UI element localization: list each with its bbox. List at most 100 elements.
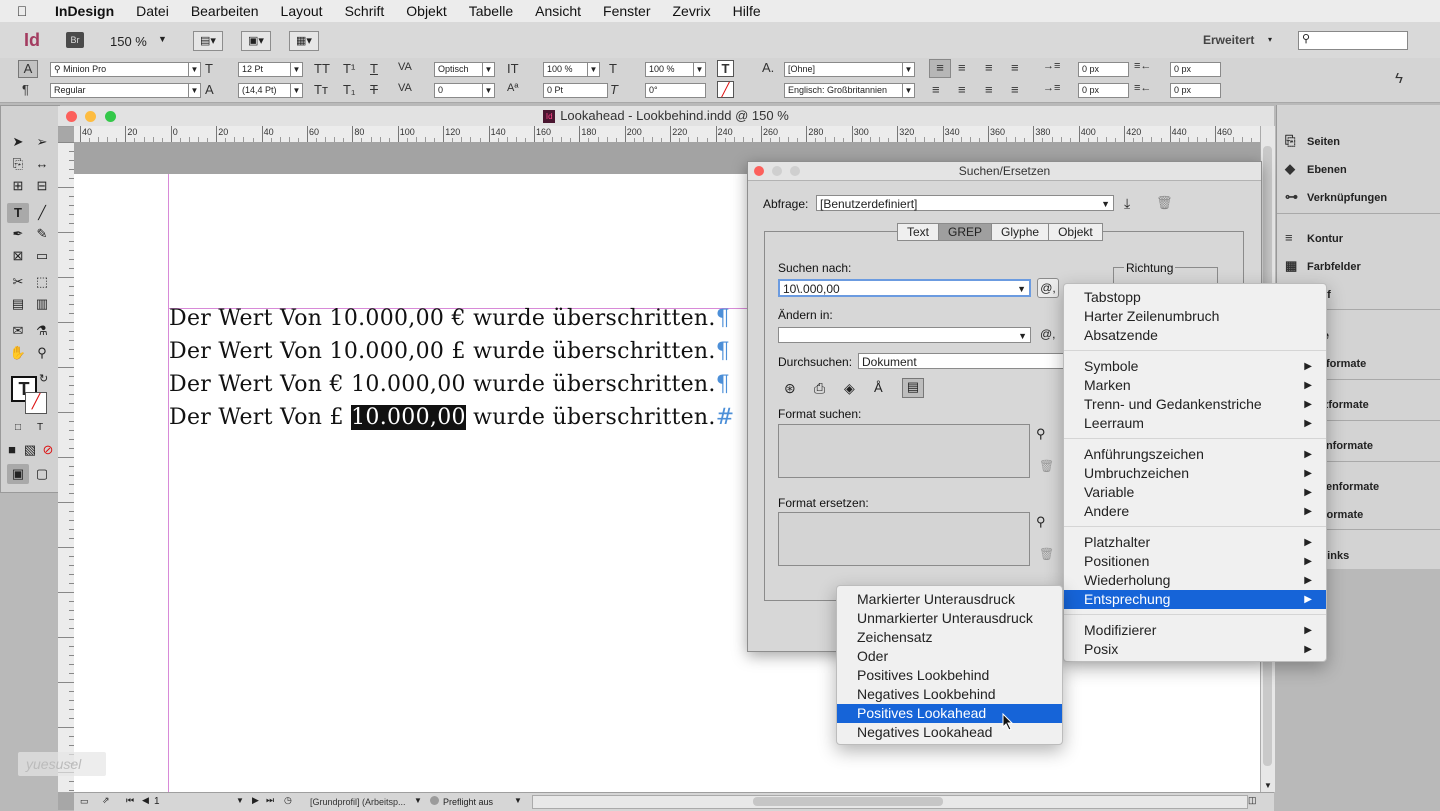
formatting-text-icon[interactable]: T	[29, 418, 51, 438]
tab-objekt[interactable]: Objekt	[1049, 224, 1102, 240]
submenu-item-positives-lookahead[interactable]: Positives Lookahead	[837, 704, 1062, 723]
change-history-dropdown-icon[interactable]: ▼	[1018, 328, 1027, 344]
scope-select[interactable]: Dokument	[858, 353, 1068, 369]
menu-item-positionen[interactable]: Positionen ▶	[1064, 552, 1326, 571]
menu-item-harter-zeilenumbruch[interactable]: Harter Zeilenumbruch	[1064, 307, 1326, 326]
left-indent-field[interactable]: 0 px	[1078, 62, 1129, 77]
menu-hilfe[interactable]: Hilfe	[722, 3, 772, 19]
scissors-tool-icon[interactable]: ✂	[7, 272, 29, 292]
change-special-characters-button[interactable]: @,	[1040, 327, 1056, 341]
preflight-dropdown-icon[interactable]: ▼	[514, 796, 522, 805]
submenu-item-markierter-unterausdruck[interactable]: Markierter Unterausdruck	[837, 590, 1062, 609]
text-line-2[interactable]: Der Wert Von 10.000,00 £ wurde überschri…	[169, 339, 730, 364]
delete-query-icon[interactable]: 🗑	[1156, 195, 1173, 211]
query-dropdown-icon[interactable]: ▼	[1101, 196, 1110, 212]
tracking-dropdown-icon[interactable]: ▼	[482, 84, 494, 97]
swap-fill-stroke-icon[interactable]: ↻	[39, 372, 48, 385]
menu-item-anführungszeichen[interactable]: Anführungszeichen ▶	[1064, 445, 1326, 464]
selected-match[interactable]: 10.000,00	[351, 405, 466, 430]
preflight-profile[interactable]: [Grundprofil] (Arbeitsp...	[310, 797, 406, 807]
align-center-icon[interactable]: ≡	[958, 60, 966, 75]
find-format-box[interactable]	[778, 424, 1030, 478]
submenu-item-unmarkierter-unterausdruck[interactable]: Unmarkierter Unterausdruck	[837, 609, 1062, 628]
content-placer-icon[interactable]: ⊟	[31, 176, 53, 196]
vertical-ruler[interactable]	[58, 142, 75, 792]
first-page-icon[interactable]: ⏮	[126, 795, 134, 806]
gradient-feather-tool-icon[interactable]: ▥	[31, 294, 53, 314]
font-size-field[interactable]: 12 Pt ▼	[238, 62, 303, 77]
menu-item-leerraum[interactable]: Leerraum ▶	[1064, 414, 1326, 433]
vscale-dropdown-icon[interactable]: ▼	[587, 63, 599, 76]
apply-none-icon[interactable]: ⊘	[37, 440, 59, 460]
last-page-icon[interactable]: ⏭	[266, 795, 274, 806]
font-dropdown-icon[interactable]: ▼	[188, 63, 200, 76]
menu-zevrix[interactable]: Zevrix	[662, 3, 722, 19]
specify-find-format-icon[interactable]: ⚲	[1036, 426, 1046, 442]
pen-tool-icon[interactable]: ✒	[7, 224, 29, 244]
text-line-3[interactable]: Der Wert Von € 10.000,00 wurde überschri…	[169, 372, 730, 397]
leading-field[interactable]: (14,4 Pt) ▼	[238, 83, 303, 98]
type-tool-icon[interactable]: T	[7, 203, 29, 223]
arrange-documents-icon[interactable]: ▦▾	[289, 31, 319, 51]
submenu-item-negatives-lookahead[interactable]: Negatives Lookahead	[837, 723, 1062, 742]
strikethrough-icon[interactable]: T	[370, 82, 378, 97]
menu-item-absatzende[interactable]: Absatzende	[1064, 326, 1326, 345]
menu-ansicht[interactable]: Ansicht	[524, 3, 592, 19]
gap-tool-icon[interactable]: ↔	[31, 154, 53, 174]
page-number[interactable]: 1	[154, 796, 160, 807]
change-format-box[interactable]	[778, 512, 1030, 566]
justify-right-icon[interactable]: ≡	[985, 82, 993, 97]
submenu-item-oder[interactable]: Oder	[837, 647, 1062, 666]
workspace-dropdown-icon[interactable]: ▾	[1268, 35, 1272, 44]
quick-apply-icon[interactable]: ϟ	[1395, 70, 1403, 87]
workspace-switcher[interactable]: Erweitert	[1203, 33, 1254, 47]
menu-tabelle[interactable]: Tabelle	[458, 3, 524, 19]
menu-fenster[interactable]: Fenster	[592, 3, 661, 19]
panel-farbfelder[interactable]: ▦ Farbfelder	[1285, 258, 1361, 274]
zoom-dropdown-icon[interactable]: ▼	[158, 34, 167, 44]
kerning-dropdown-icon[interactable]: ▼	[482, 63, 494, 76]
line-tool-icon[interactable]: ╱	[31, 203, 53, 223]
submenu-item-zeichensatz[interactable]: Zeichensatz	[837, 628, 1062, 647]
align-justify-icon[interactable]: ≡	[1011, 60, 1019, 75]
menu-item-symbole[interactable]: Symbole ▶	[1064, 357, 1326, 376]
vertical-scale-field[interactable]: 100 % ▼	[543, 62, 600, 77]
page-dropdown-icon[interactable]: ▼	[236, 796, 244, 805]
dialog-close-button[interactable]	[754, 166, 764, 176]
menu-item-modifizierer[interactable]: Modifizierer ▶	[1064, 621, 1326, 640]
eyedropper-tool-icon[interactable]: ⚗	[31, 321, 53, 341]
style-dropdown-icon[interactable]: ▼	[188, 84, 200, 97]
pencil-tool-icon[interactable]: ✎	[31, 224, 53, 244]
underline-icon[interactable]: T	[370, 61, 378, 76]
justify-left-icon[interactable]: ≡	[932, 82, 940, 97]
font-family-field[interactable]: ⚲ Minion Pro ▼	[50, 62, 201, 77]
align-left-icon[interactable]: ≡	[929, 59, 951, 78]
justify-all-icon[interactable]: ≡	[1011, 82, 1019, 97]
menu-schrift[interactable]: Schrift	[334, 3, 396, 19]
next-page-icon[interactable]: ▶	[252, 795, 259, 806]
preflight-menu-icon[interactable]: ◷	[284, 795, 292, 806]
horizontal-scroll-thumb[interactable]	[753, 797, 943, 806]
rectangle-tool-icon[interactable]: ▭	[31, 246, 53, 266]
menu-item-wiederholung[interactable]: Wiederholung ▶	[1064, 571, 1326, 590]
last-line-indent-field[interactable]: 0 px	[1170, 83, 1221, 98]
hand-tool-icon[interactable]: ✋	[7, 343, 29, 363]
specify-change-format-icon[interactable]: ⚲	[1036, 514, 1046, 530]
include-master-pages-icon[interactable]: Å	[874, 380, 883, 395]
formatting-container-icon[interactable]: □	[7, 418, 29, 438]
free-transform-tool-icon[interactable]: ⬚	[31, 272, 53, 292]
character-controls-icon[interactable]: A	[18, 60, 38, 78]
menu-objekt[interactable]: Objekt	[395, 3, 457, 19]
page-size-icon[interactable]: ▭	[80, 796, 89, 807]
clear-find-format-icon[interactable]: 🗑	[1039, 459, 1054, 473]
search-history-dropdown-icon[interactable]: ▼	[1017, 281, 1026, 297]
help-search-input[interactable]: ⚲	[1298, 31, 1408, 50]
previous-page-icon[interactable]: ◀	[142, 795, 149, 806]
include-locked-stories-icon[interactable]: ⎙	[814, 380, 825, 397]
panel-ebenen[interactable]: ◆ Ebenen	[1285, 161, 1347, 177]
superscript-icon[interactable]: T¹	[343, 61, 355, 76]
stroke-none-icon[interactable]: ╱	[25, 392, 47, 414]
open-page-icon[interactable]: ⇗	[102, 795, 110, 806]
bridge-button[interactable]: Br	[66, 32, 84, 48]
text-fill-icon[interactable]: T	[717, 60, 734, 77]
